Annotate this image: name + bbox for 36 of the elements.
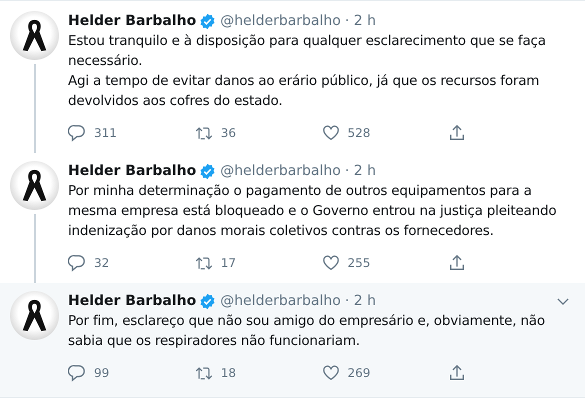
retweet-count: 36: [220, 126, 236, 140]
tweet-time[interactable]: · 2 h: [344, 293, 376, 309]
like-count: 528: [348, 126, 370, 140]
tweet-card[interactable]: Helder Barbalho @helderbarbalho · 2 h Por fim, esclareço que não sou amigo do empresário e, obviamente, não sabia que os respiradores não funcionariam. 99 18 269: [0, 283, 585, 398]
author-handle[interactable]: @helderbarbalho: [220, 163, 341, 179]
reply-icon[interactable]: [68, 254, 86, 272]
avatar-ribbon-icon[interactable]: [10, 11, 59, 60]
reply-count: 32: [94, 256, 110, 270]
tweet-text: Por fim, esclareço que não sou amigo do empresário e, obviamente, não sabia que os respiradores não funcionariam.: [68, 312, 546, 351]
retweet-count: 18: [220, 366, 236, 380]
share-icon[interactable]: [448, 254, 466, 272]
share-icon[interactable]: [448, 364, 466, 382]
heart-icon[interactable]: [322, 254, 340, 272]
tweet-time[interactable]: · 2 h: [344, 163, 376, 179]
caret-icon[interactable]: [557, 298, 569, 304]
tweet-text: Estou tranquilo e à disposição para qualquer esclarecimento que se faça necessário.: [68, 32, 547, 71]
reply-icon[interactable]: [68, 124, 86, 142]
avatar-ribbon-icon[interactable]: [10, 161, 59, 210]
reply-count: 311: [94, 126, 117, 140]
author-handle[interactable]: @helderbarbalho: [220, 13, 341, 29]
reply-icon[interactable]: [68, 364, 86, 382]
reply-count: 99: [94, 366, 110, 380]
heart-icon[interactable]: [322, 364, 340, 382]
share-icon[interactable]: [448, 124, 466, 142]
retweet-count: 17: [220, 256, 236, 270]
author-handle[interactable]: @helderbarbalho: [220, 293, 341, 309]
tweet-text: Agi a tempo de evitar danos ao erário público, já que os recursos foram devolvidos aos cofres do estado.: [68, 72, 540, 111]
heart-icon[interactable]: [322, 124, 340, 142]
author-name[interactable]: Helder Barbalho: [68, 163, 196, 179]
like-count: 269: [348, 366, 370, 380]
tweet-time[interactable]: · 2 h: [344, 13, 376, 29]
tweet-text: Por minha determinação o pagamento de outros equipamentos para a mesma empresa está bloqueado e o Governo entrou na justiça pleiteando indenização por danos morais coletivos contras os fornecedores.: [68, 182, 558, 241]
author-name[interactable]: Helder Barbalho: [68, 293, 196, 309]
avatar-ribbon-icon[interactable]: [10, 291, 59, 340]
author-name[interactable]: Helder Barbalho: [68, 13, 196, 29]
like-count: 255: [348, 256, 370, 270]
